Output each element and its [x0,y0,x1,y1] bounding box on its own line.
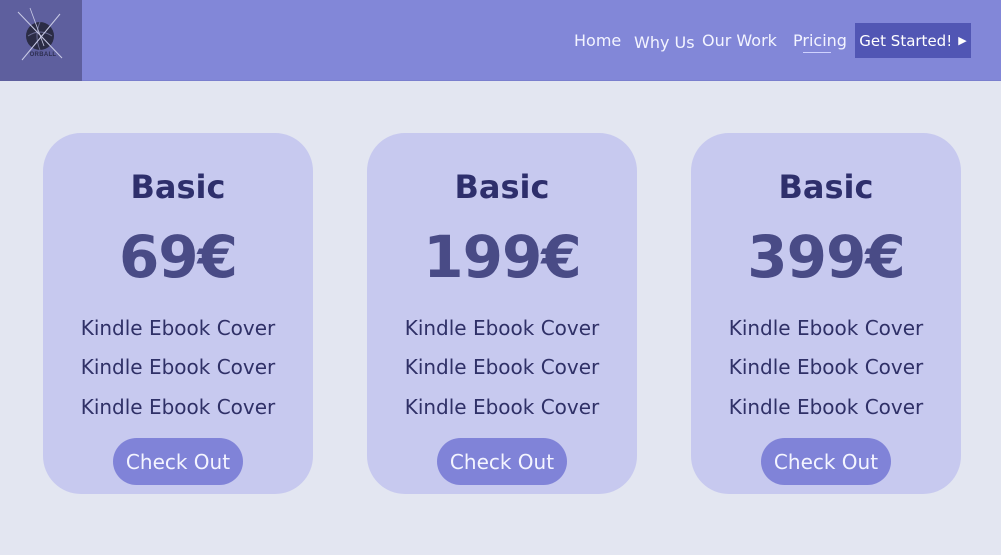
get-started-label: Get Started! [859,31,953,50]
nav-why-us[interactable]: Why Us [634,33,695,52]
play-arrow-icon: ▶ [958,34,967,47]
check-out-button[interactable]: Check Out [437,438,567,485]
plan-price: 199€ [423,223,581,291]
plan-feature: Kindle Ebook Cover [728,316,924,340]
plan-name: Basic [130,168,226,206]
plan-price: 69€ [118,223,238,291]
pricing-card: Basic 69€ Kindle Ebook Cover Kindle Eboo… [43,133,313,494]
pricing-card: Basic 399€ Kindle Ebook Cover Kindle Ebo… [691,133,961,494]
plan-name: Basic [778,168,874,206]
plan-feature: Kindle Ebook Cover [728,395,924,419]
check-out-button[interactable]: Check Out [761,438,891,485]
plan-name: Basic [454,168,550,206]
plan-feature: Kindle Ebook Cover [80,355,276,379]
site-header: ORBALL Home Why Us Our Work Pricing Get … [0,0,1001,81]
pricing-card: Basic 199€ Kindle Ebook Cover Kindle Ebo… [367,133,637,494]
plan-feature: Kindle Ebook Cover [80,316,276,340]
get-started-button[interactable]: Get Started! ▶ [855,23,971,58]
check-out-button[interactable]: Check Out [113,438,243,485]
main-nav: Home Why Us Our Work Pricing Get Started… [0,0,1001,81]
plan-feature: Kindle Ebook Cover [404,355,600,379]
plan-price: 399€ [747,223,905,291]
nav-active-underline [803,52,831,53]
nav-home[interactable]: Home [574,31,621,50]
nav-our-work[interactable]: Our Work [702,31,777,50]
plan-feature: Kindle Ebook Cover [404,316,600,340]
nav-pricing[interactable]: Pricing [793,31,847,50]
plan-feature: Kindle Ebook Cover [728,355,924,379]
plan-feature: Kindle Ebook Cover [80,395,276,419]
plan-feature: Kindle Ebook Cover [404,395,600,419]
